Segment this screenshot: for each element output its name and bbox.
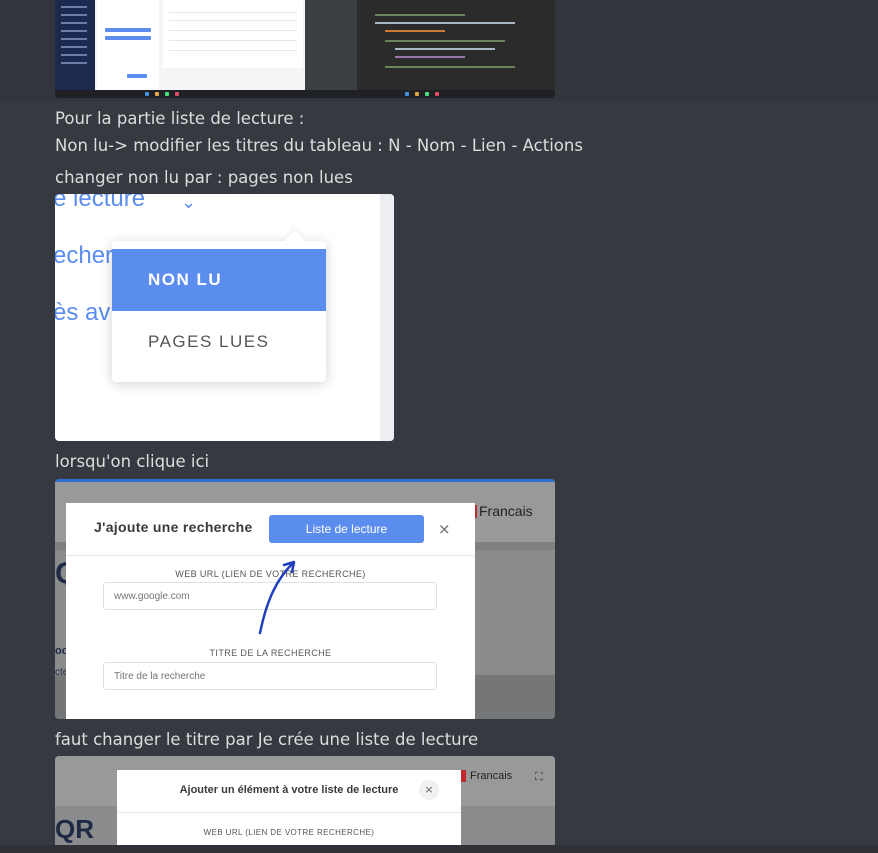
modal-divider — [117, 812, 461, 813]
modal-screenshot-attachment[interactable]: Francais ⛶ QR Ajouter un élément à votre… — [55, 756, 555, 845]
message-text-line: Non lu-> modifier les titres du tableau … — [55, 136, 583, 155]
page-text-fragment: ès av — [55, 299, 111, 326]
taskbar-preview — [55, 90, 555, 98]
flag-icon — [461, 770, 466, 782]
message-text-line: faut changer le titre par Je crée une li… — [55, 730, 479, 749]
annotation-arrow-icon — [258, 560, 296, 635]
chat-scroll-edge — [0, 845, 878, 853]
close-icon[interactable]: × — [419, 780, 439, 800]
add-item-modal: Ajouter un élément à votre liste de lect… — [117, 770, 461, 845]
modal-title: Ajouter un élément à votre liste de lect… — [179, 784, 399, 796]
logo-fragment: QR — [55, 814, 94, 844]
profile-card-preview — [97, 0, 159, 90]
menu-item-pages-lues[interactable]: PAGES LUES — [112, 311, 326, 373]
dropdown-menu: NON LU PAGES LUES — [112, 230, 326, 382]
dropdown-caret — [285, 230, 305, 250]
dropdown-screenshot-attachment[interactable]: e lecture ⌄ echer ès av NON LU PAGES LUE… — [55, 194, 394, 441]
expand-icon[interactable]: ⛶ — [535, 770, 543, 784]
table-preview — [163, 0, 303, 68]
code-editor-preview — [305, 0, 555, 90]
admin-sidebar-preview — [55, 0, 95, 90]
page-text-fragment: echer — [55, 242, 114, 269]
language-label: Francais — [470, 770, 513, 782]
url-field-label: WEB URL (LIEN DE VOTRE RECHERCHE) — [203, 828, 375, 837]
desktop-screenshot-attachment[interactable] — [55, 0, 555, 98]
message-text-line: Pour la partie liste de lecture : — [55, 109, 305, 128]
scrollbar-track — [380, 194, 394, 441]
project-tree-preview — [305, 0, 357, 90]
admin-app-preview — [55, 0, 305, 90]
page-text-fragment: e lecture — [55, 194, 146, 212]
message-text-line: changer non lu par : pages non lues — [55, 168, 353, 187]
modal-screenshot-attachment[interactable]: Francais Q oo cte J'ajoute une recherche… — [55, 479, 555, 719]
chevron-down-icon: ⌄ — [181, 194, 197, 213]
message-text-line: lorsqu'on clique ici — [55, 452, 210, 471]
menu-item-non-lu[interactable]: NON LU — [112, 249, 326, 311]
